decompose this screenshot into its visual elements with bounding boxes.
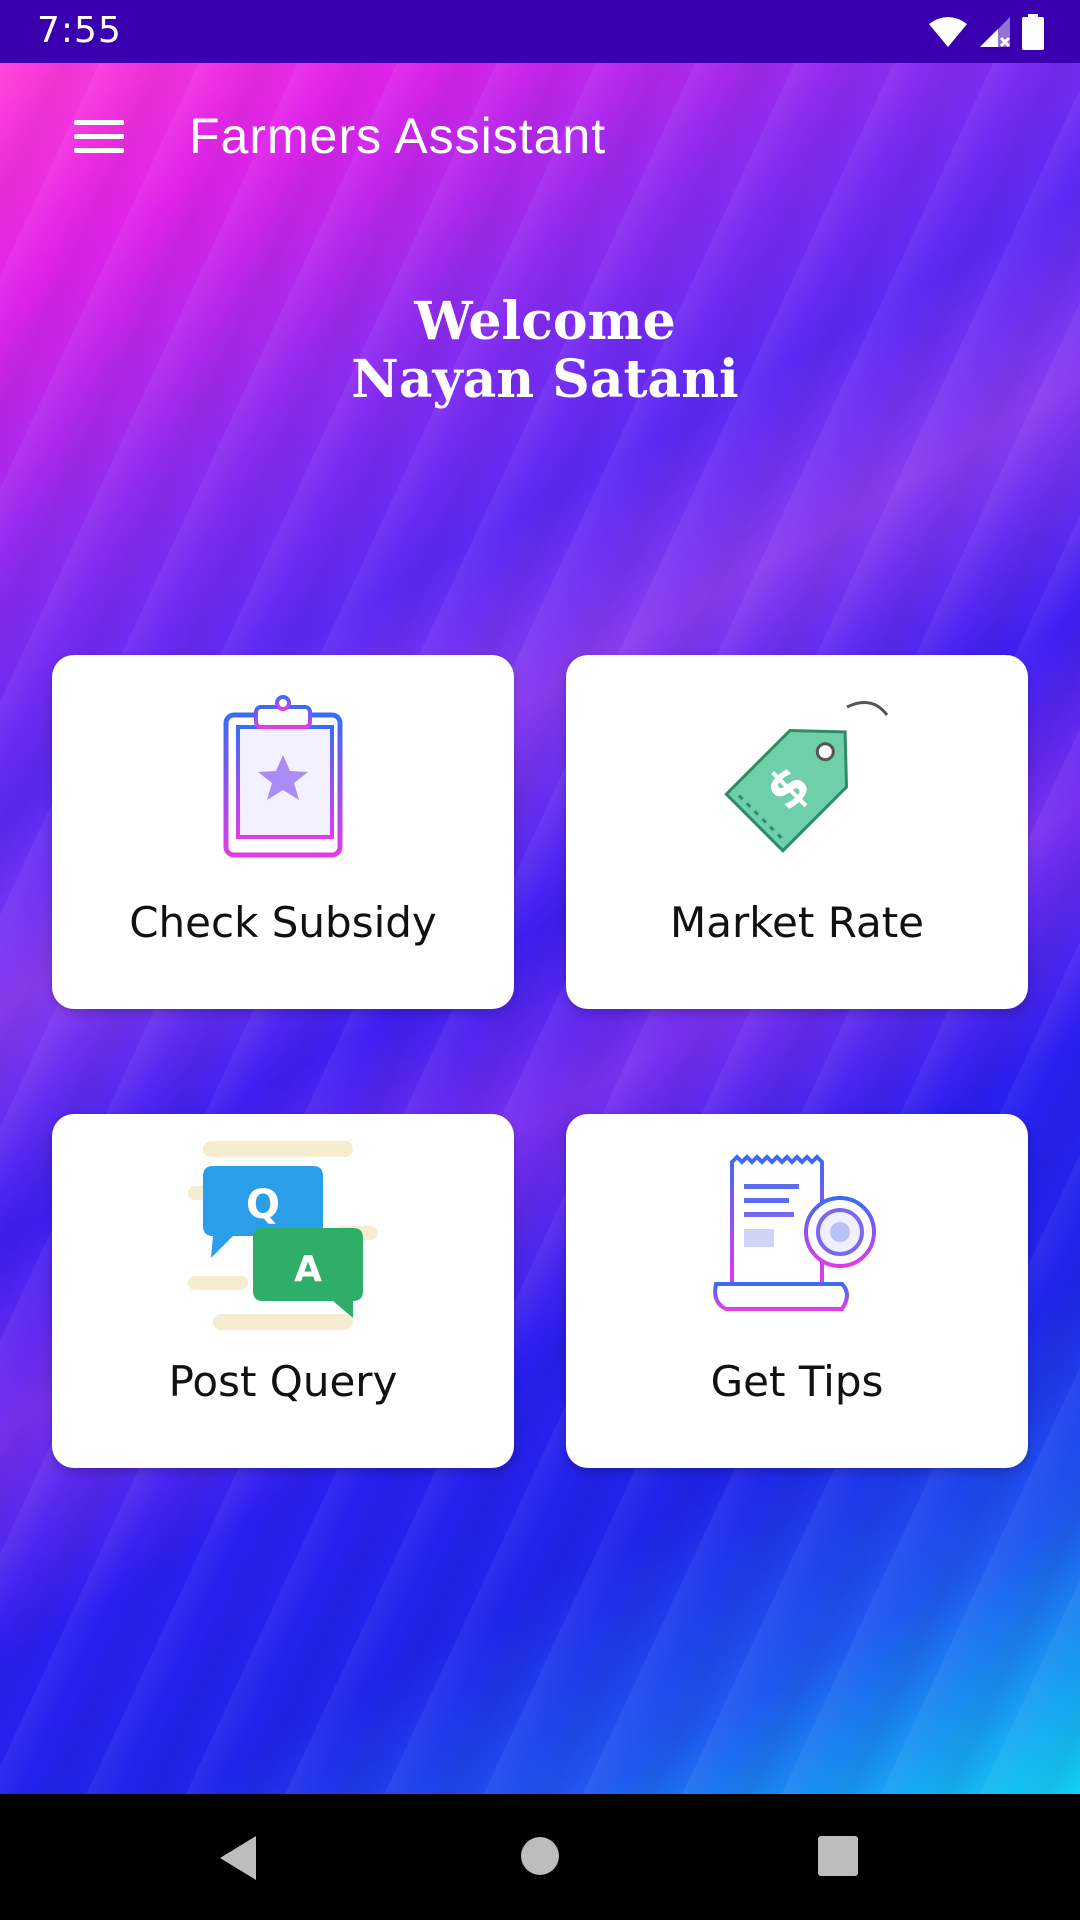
svg-text:Q: Q	[246, 1182, 280, 1228]
wifi-icon	[929, 17, 967, 47]
clipboard-star-icon	[223, 695, 343, 858]
check-subsidy-card[interactable]: Check Subsidy	[52, 655, 514, 1009]
get-tips-card[interactable]: Get Tips	[566, 1114, 1028, 1468]
app-bar: Farmers Assistant	[0, 63, 1080, 213]
status-icons	[928, 12, 1044, 52]
app-screen: 7:55 Farmers Assistant Welcome Nayan Sat…	[0, 0, 1080, 1920]
home-icon[interactable]	[520, 1836, 560, 1876]
recents-icon[interactable]	[818, 1836, 858, 1876]
main-content: Farmers Assistant Welcome Nayan Satani C…	[0, 63, 1080, 1794]
back-icon[interactable]	[216, 1834, 260, 1882]
battery-icon	[1022, 14, 1044, 50]
card-label: Market Rate	[669, 898, 925, 947]
post-query-card[interactable]: Q A Post Query	[52, 1114, 514, 1468]
card-label: Check Subsidy	[129, 898, 437, 947]
market-rate-card[interactable]: $ Market Rate	[566, 655, 1028, 1009]
qa-chat-icon: Q A	[188, 1141, 378, 1330]
navigation-bar	[0, 1794, 1080, 1920]
status-time: 7:55	[37, 10, 122, 51]
receipt-coin-icon	[713, 1154, 876, 1311]
svg-text:A: A	[294, 1249, 322, 1290]
signal-icon	[980, 17, 1011, 48]
menu-icon[interactable]	[74, 118, 124, 158]
card-label: Post Query	[168, 1357, 398, 1406]
user-name: Nayan Satani	[351, 349, 739, 410]
status-bar: 7:55	[0, 0, 1080, 63]
welcome-line: Welcome	[414, 291, 676, 352]
app-title: Farmers Assistant	[189, 108, 607, 164]
price-tag-icon: $	[724, 701, 889, 853]
card-label: Get Tips	[710, 1357, 884, 1406]
welcome-message: Welcome Nayan Satani	[0, 293, 1080, 409]
